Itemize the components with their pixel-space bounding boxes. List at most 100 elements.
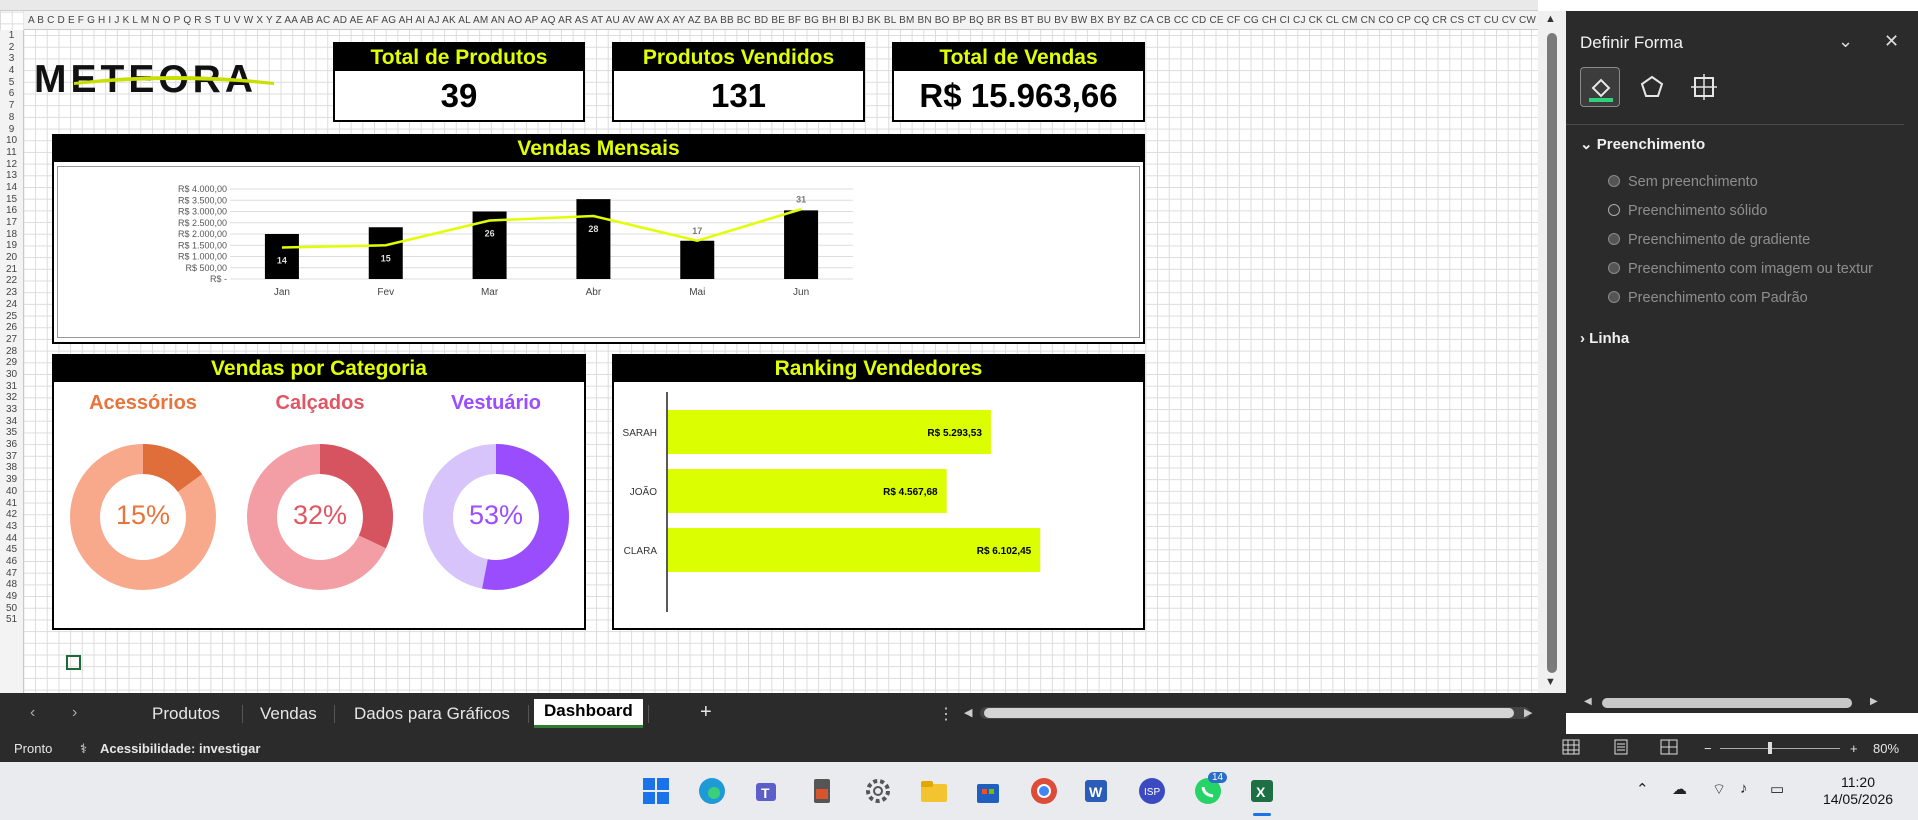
row-number[interactable]: 42 xyxy=(0,509,23,521)
row-number[interactable]: 23 xyxy=(0,287,23,299)
row-number[interactable]: 1 xyxy=(0,30,23,42)
row-number[interactable]: 48 xyxy=(0,579,23,591)
option-no-fill[interactable]: Sem preenchimento xyxy=(1608,174,1758,190)
accessibility-icon[interactable]: ⚕ xyxy=(80,741,87,757)
scroll-thumb[interactable] xyxy=(1547,33,1557,673)
zoom-in-button[interactable]: + xyxy=(1850,741,1858,756)
row-number[interactable]: 34 xyxy=(0,416,23,428)
row-number[interactable]: 51 xyxy=(0,614,23,626)
row-number[interactable]: 16 xyxy=(0,205,23,217)
row-number[interactable]: 21 xyxy=(0,264,23,276)
option-pattern-fill[interactable]: Preenchimento com Padrão xyxy=(1608,290,1808,306)
battery-icon[interactable]: ▭ xyxy=(1770,780,1784,798)
row-number[interactable]: 46 xyxy=(0,556,23,568)
row-number[interactable]: 32 xyxy=(0,392,23,404)
zoom-out-button[interactable]: − xyxy=(1704,741,1712,756)
row-number[interactable]: 12 xyxy=(0,159,23,171)
edge-icon[interactable] xyxy=(696,775,728,807)
radio-icon[interactable] xyxy=(1608,175,1620,187)
row-number[interactable]: 9 xyxy=(0,124,23,136)
tab-vendas[interactable]: Vendas xyxy=(260,704,317,724)
app-icon[interactable] xyxy=(806,775,838,807)
settings-gear-icon[interactable] xyxy=(862,775,894,807)
option-picture-fill[interactable]: Preenchimento com imagem ou textur xyxy=(1608,261,1873,277)
category-sales-panel[interactable]: Vendas por Categoria Acessórios 15% Calçad… xyxy=(52,354,586,630)
more-options-icon[interactable]: ⋮ xyxy=(938,704,954,724)
row-number[interactable]: 10 xyxy=(0,135,23,147)
row-number[interactable]: 5 xyxy=(0,77,23,89)
zoom-slider[interactable] xyxy=(1720,748,1840,749)
row-number[interactable]: 11 xyxy=(0,147,23,159)
option-gradient-fill[interactable]: Preenchimento de gradiente xyxy=(1608,232,1810,248)
monthly-sales-panel[interactable]: Vendas Mensais R$ 4.000,00 R$ 3.500,00 R$ … xyxy=(52,134,1145,344)
row-number[interactable]: 38 xyxy=(0,462,23,474)
scroll-thumb[interactable] xyxy=(984,708,1514,718)
file-explorer-icon[interactable] xyxy=(918,775,950,807)
bar[interactable] xyxy=(576,199,611,279)
radio-icon[interactable] xyxy=(1608,291,1620,303)
scroll-right-icon[interactable]: ▶ xyxy=(1524,706,1532,719)
next-sheet-icon[interactable]: › xyxy=(72,704,77,722)
tab-dashboard[interactable]: Dashboard xyxy=(534,699,643,728)
radio-icon[interactable] xyxy=(1608,262,1620,274)
row-number[interactable]: 7 xyxy=(0,100,23,112)
row-number[interactable]: 28 xyxy=(0,346,23,358)
spreadsheet-grid[interactable]: A B C D E F G H I J K L M N O P Q R S T … xyxy=(0,0,1538,693)
normal-view-icon[interactable] xyxy=(1562,739,1580,755)
ranking-panel[interactable]: Ranking Vendedores SARAH R$ 5.293,53 JOÃO R… xyxy=(612,354,1145,630)
row-number[interactable]: 33 xyxy=(0,404,23,416)
row-number[interactable]: 31 xyxy=(0,381,23,393)
chevron-up-icon[interactable]: ⌃ xyxy=(1636,780,1649,798)
accessibility-status[interactable]: Acessibilidade: investigar xyxy=(100,741,260,756)
vertical-scrollbar[interactable]: ▲ ▼ xyxy=(1538,11,1566,693)
row-number[interactable]: 2 xyxy=(0,42,23,54)
scroll-up-icon[interactable]: ▲ xyxy=(1545,13,1556,25)
row-number[interactable]: 3 xyxy=(0,53,23,65)
zoom-slider-thumb[interactable] xyxy=(1768,742,1772,754)
row-number[interactable]: 19 xyxy=(0,240,23,252)
row-number[interactable]: 47 xyxy=(0,568,23,580)
page-break-icon[interactable] xyxy=(1660,739,1678,755)
row-number[interactable]: 40 xyxy=(0,486,23,498)
scroll-thumb[interactable] xyxy=(1602,698,1852,708)
row-number[interactable]: 26 xyxy=(0,322,23,334)
ranking-chart[interactable]: SARAH R$ 5.293,53 JOÃO R$ 4.567,68 CLARA R$ 6… xyxy=(614,382,1143,628)
row-number[interactable]: 45 xyxy=(0,544,23,556)
close-icon[interactable]: ✕ xyxy=(1884,31,1899,52)
add-sheet-button[interactable]: + xyxy=(700,701,712,724)
option-solid-fill[interactable]: Preenchimento sólido xyxy=(1608,203,1767,219)
radio-icon[interactable] xyxy=(1608,233,1620,245)
word-icon[interactable]: W xyxy=(1080,775,1112,807)
excel-icon[interactable]: X xyxy=(1246,775,1278,807)
row-number[interactable]: 39 xyxy=(0,474,23,486)
row-number[interactable]: 17 xyxy=(0,217,23,229)
scroll-left-icon[interactable]: ◀ xyxy=(1584,696,1592,707)
row-number[interactable]: 36 xyxy=(0,439,23,451)
row-number[interactable]: 18 xyxy=(0,229,23,241)
row-number[interactable]: 24 xyxy=(0,299,23,311)
tab-dados-graficos[interactable]: Dados para Gráficos xyxy=(354,704,510,724)
row-number[interactable]: 20 xyxy=(0,252,23,264)
pane-options-chevron-icon[interactable]: ⌄ xyxy=(1838,31,1853,52)
column-headers[interactable]: A B C D E F G H I J K L M N O P Q R S T … xyxy=(24,11,1538,30)
row-number[interactable]: 8 xyxy=(0,112,23,124)
row-number[interactable]: 43 xyxy=(0,521,23,533)
row-number[interactable]: 15 xyxy=(0,194,23,206)
row-number[interactable]: 41 xyxy=(0,498,23,510)
isp-icon[interactable]: ISP xyxy=(1136,775,1168,807)
row-number[interactable]: 27 xyxy=(0,334,23,346)
bar[interactable] xyxy=(784,210,819,279)
scroll-right-icon[interactable]: ▶ xyxy=(1870,696,1878,707)
chrome-icon[interactable] xyxy=(1028,775,1060,807)
effects-tab[interactable] xyxy=(1632,67,1672,107)
windows-start-icon[interactable] xyxy=(640,775,672,807)
row-number[interactable]: 14 xyxy=(0,182,23,194)
size-properties-tab[interactable] xyxy=(1684,67,1724,107)
row-number[interactable]: 44 xyxy=(0,533,23,545)
row-number[interactable]: 6 xyxy=(0,88,23,100)
row-headers[interactable]: 1 2 3 4 5 6 7 8 9 10 11 12 13 14 15 16 17 18 19 20 21 22 23 24 2… xyxy=(0,30,24,693)
horizontal-scrollbar[interactable] xyxy=(980,707,1530,719)
fill-line-tab[interactable] xyxy=(1580,67,1620,107)
line-series[interactable] xyxy=(281,208,802,249)
selected-cell[interactable] xyxy=(66,655,81,670)
